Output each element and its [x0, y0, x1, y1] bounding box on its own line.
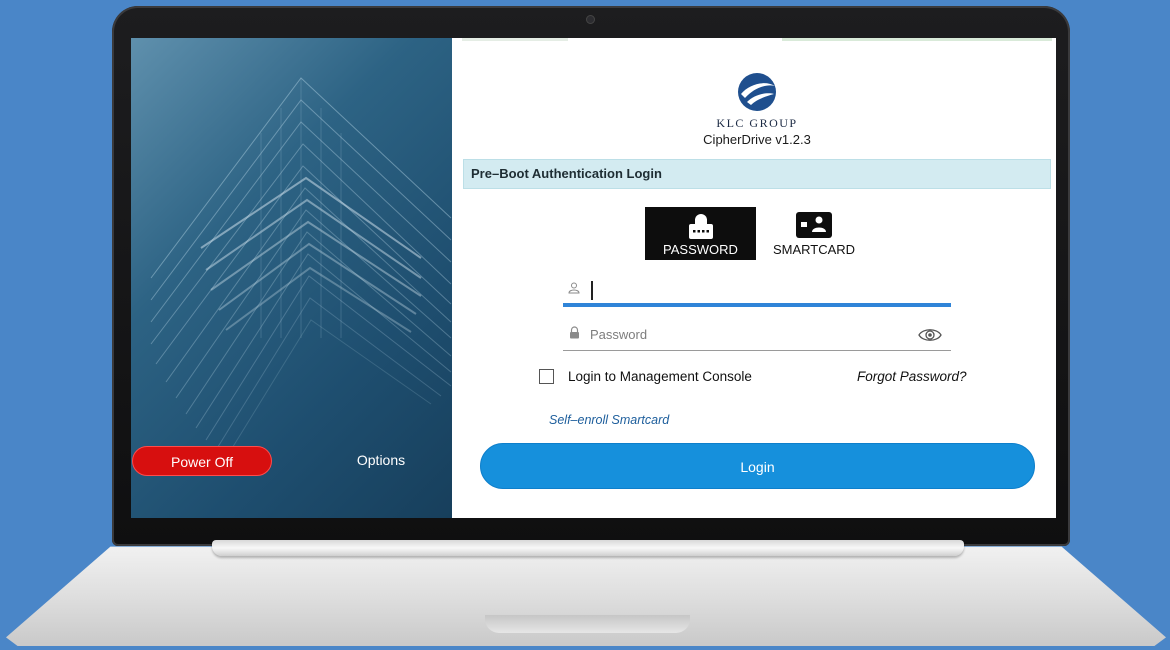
keyboard-lock-icon — [688, 214, 713, 239]
forgot-password-link[interactable]: Forgot Password? — [857, 369, 967, 384]
left-panel: Power Off Options — [131, 38, 452, 518]
screen: Power Off Options KLC GROUP CipherDrive … — [131, 38, 1056, 518]
smartcard-icon — [796, 212, 832, 238]
username-field[interactable] — [563, 276, 951, 307]
tab-password[interactable]: PASSWORD — [645, 207, 756, 260]
password-input[interactable] — [590, 323, 890, 345]
management-console-checkbox[interactable] — [539, 369, 554, 384]
text-caret — [591, 281, 593, 300]
tab-smartcard[interactable]: SMARTCARD — [765, 207, 863, 260]
eye-icon[interactable] — [918, 327, 942, 343]
password-field — [563, 320, 951, 351]
top-strip — [462, 38, 568, 41]
company-name: KLC GROUP — [716, 116, 798, 130]
globe-logo-icon — [738, 73, 776, 111]
top-strip — [782, 38, 1052, 41]
options-button[interactable]: Options — [336, 452, 426, 472]
user-icon — [568, 282, 580, 294]
login-panel: KLC GROUP CipherDrive v1.2.3 Pre–Boot Au… — [452, 38, 1056, 518]
tab-smartcard-label: SMARTCARD — [772, 242, 856, 257]
tab-password-label: PASSWORD — [663, 242, 738, 257]
lock-icon — [570, 326, 579, 339]
self-enroll-smartcard-link[interactable]: Self–enroll Smartcard — [549, 413, 669, 427]
power-off-button[interactable]: Power Off — [132, 446, 272, 476]
camera-icon — [586, 15, 595, 24]
login-button[interactable]: Login — [480, 443, 1035, 489]
laptop-hinge — [212, 540, 964, 556]
product-version: CipherDrive v1.2.3 — [703, 132, 811, 147]
laptop-notch — [485, 615, 690, 633]
management-console-label: Login to Management Console — [568, 369, 752, 384]
section-header: Pre–Boot Authentication Login — [463, 159, 1051, 189]
